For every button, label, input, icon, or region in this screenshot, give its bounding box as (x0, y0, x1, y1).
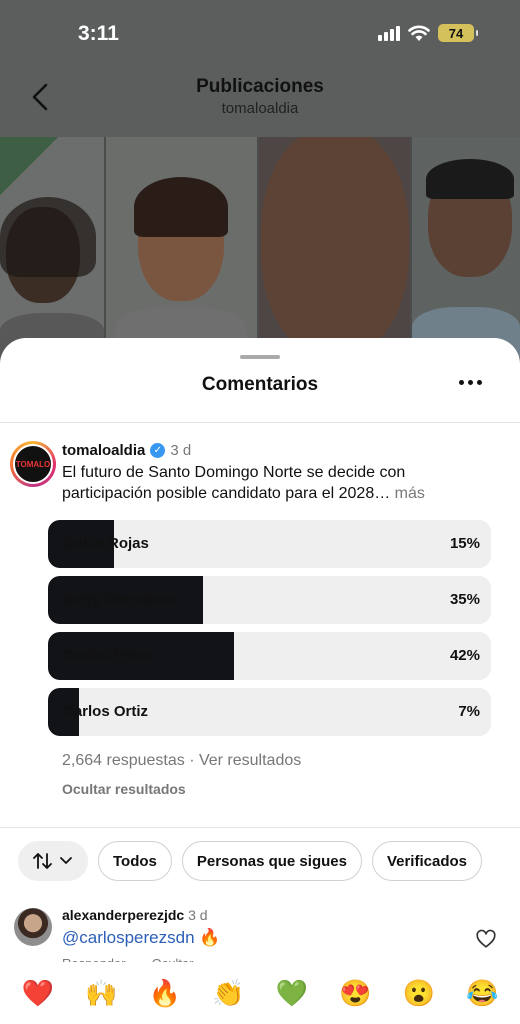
heart-icon[interactable] (475, 928, 497, 950)
nav-bar: Publicaciones tomaloaldia (0, 66, 520, 138)
poll-responses[interactable]: 2,664 respuestas · Ver resultados (62, 752, 301, 770)
chevron-down-icon (60, 857, 72, 864)
poll-option[interactable]: Carlos Pérez 42% (48, 632, 491, 680)
comment-header: alexanderperezjdc 3 d (62, 907, 208, 923)
post-time: 3 d (170, 442, 192, 459)
hide-results-button[interactable]: Ocultar resultados (62, 781, 186, 797)
emoji-reaction-bar: ❤️ 🙌 🔥 👏 💚 😍 😮 😂 (0, 962, 520, 1024)
sort-icon (33, 853, 52, 869)
poll-option[interactable]: Carlos Ortiz 7% (48, 688, 491, 736)
comment-username[interactable]: alexanderperezjdc (62, 907, 184, 923)
avatar-logo: TOMALO (13, 444, 53, 484)
battery-icon: 74 (438, 24, 478, 42)
post-header: tomaloaldia ✓ 3 d (62, 442, 191, 459)
emoji-reaction-button[interactable]: 💚 (272, 978, 312, 1009)
wifi-icon (408, 25, 430, 41)
page-title: Publicaciones (196, 76, 324, 97)
emoji-reaction-button[interactable]: 🔥 (145, 978, 185, 1009)
poll-option-percent: 42% (449, 647, 480, 664)
post-image[interactable] (0, 137, 520, 357)
status-icons: 74 (378, 24, 478, 42)
candidate-photo (412, 137, 520, 357)
emoji-reaction-button[interactable]: 👏 (208, 978, 248, 1009)
comment-avatar[interactable] (14, 908, 52, 946)
poll-option[interactable]: Betty Geronimo 35% (48, 576, 491, 624)
status-time: 3:11 (78, 22, 119, 45)
filter-following-chip[interactable]: Personas que sigues (181, 841, 362, 881)
poll-option[interactable]: Dulce Rojas 15% (48, 520, 491, 568)
sheet-grabber[interactable] (240, 355, 280, 359)
poll-option-label: Carlos Pérez (63, 647, 154, 664)
more-link[interactable]: más (395, 485, 425, 502)
post-caption-text: El futuro de Santo Domingo Norte se deci… (62, 464, 406, 502)
signal-icon (378, 25, 400, 41)
poll-option-percent: 15% (449, 535, 480, 552)
filter-row: Todos Personas que sigues Verificados (18, 841, 482, 881)
post-caption: El futuro de Santo Domingo Norte se deci… (62, 462, 492, 504)
candidate-photo (0, 137, 104, 357)
filter-verified-chip[interactable]: Verificados (371, 841, 482, 881)
poll-option-percent: 35% (449, 591, 480, 608)
comments-sheet: Comentarios TOMALO tomaloaldia ✓ 3 d El … (0, 338, 520, 1024)
emoji-reaction-button[interactable]: 😂 (462, 978, 502, 1009)
page-subtitle[interactable]: tomaloaldia (0, 100, 520, 117)
candidate-photo (259, 137, 411, 357)
comment-text: @carlosperezsdn 🔥 (62, 928, 220, 948)
comment-emoji: 🔥 (199, 928, 221, 947)
poll-option-label: Carlos Ortiz (63, 703, 149, 720)
post-username[interactable]: tomaloaldia (62, 442, 145, 459)
emoji-reaction-button[interactable]: 🙌 (81, 978, 121, 1009)
post-avatar[interactable]: TOMALO (10, 441, 56, 487)
poll-option-label: Betty Geronimo (63, 591, 176, 608)
comment-time: 3 d (188, 907, 208, 923)
sheet-title: Comentarios (201, 374, 319, 395)
candidate-photo (105, 137, 257, 357)
poll-option-label: Dulce Rojas (63, 535, 149, 552)
status-bar: 3:11 74 (0, 0, 520, 66)
divider (0, 422, 520, 423)
more-options-icon[interactable] (459, 380, 482, 385)
poll-option-percent: 7% (458, 703, 480, 720)
filter-all-chip[interactable]: Todos (98, 841, 172, 881)
divider (0, 827, 520, 828)
sort-button[interactable] (18, 841, 88, 881)
verified-icon: ✓ (150, 443, 166, 458)
emoji-reaction-button[interactable]: ❤️ (18, 978, 58, 1009)
comment-mention[interactable]: @carlosperezsdn (62, 928, 195, 947)
emoji-reaction-button[interactable]: 😮 (399, 978, 439, 1009)
emoji-reaction-button[interactable]: 😍 (335, 978, 375, 1009)
